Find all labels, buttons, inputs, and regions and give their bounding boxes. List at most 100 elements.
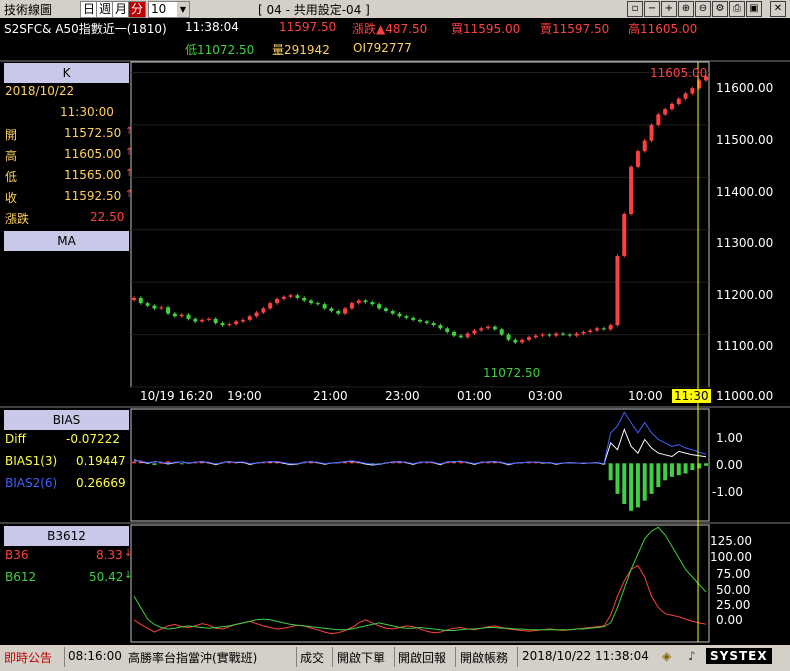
b612-line (133, 526, 707, 631)
bias-bar (615, 463, 620, 494)
candle-body (418, 319, 422, 322)
notice-label[interactable]: 即時公告 (4, 649, 52, 666)
candle-body (166, 307, 171, 314)
chart-canvas[interactable] (0, 0, 790, 671)
x-tick-label: 19:00 (227, 389, 262, 403)
y-tick-label: 11400.00 (716, 185, 774, 199)
bias1-line (133, 427, 707, 466)
y-tick-label: 11200.00 (716, 288, 774, 302)
status-bar: 即時公告 08:16:00 高勝率台指當沖(實戰班) 成交 開啟下單 開啟回報 … (0, 645, 790, 671)
candle-body (213, 318, 218, 324)
y-tick-label: 11600.00 (716, 81, 774, 95)
candle-body (397, 313, 402, 317)
candle-body (329, 308, 334, 311)
x-tick-label: 23:00 (385, 389, 420, 403)
candle-body (281, 296, 286, 299)
candle-body (465, 333, 470, 338)
brand-logo: SYSTEX (706, 648, 772, 664)
candle-body (499, 329, 504, 335)
candle-body (567, 334, 572, 336)
status-datetime: 2018/10/22 11:38:04 (522, 649, 649, 663)
candle-body (404, 316, 409, 318)
b3612-y-tick: 50.00 (716, 583, 751, 597)
bias-bar (683, 463, 688, 474)
candle-body (179, 314, 184, 317)
bias-bar (622, 463, 627, 505)
candle-body (377, 304, 382, 309)
candle-body (588, 330, 593, 332)
candle-body (186, 314, 191, 319)
candle-body (159, 307, 164, 309)
sound-icon[interactable]: ♪ (688, 649, 696, 663)
bias-bar (669, 463, 674, 477)
candle-body (152, 305, 157, 309)
candle-body (254, 312, 259, 317)
bias-bar (656, 463, 661, 488)
candle-body (669, 103, 674, 110)
k-candles (132, 74, 708, 345)
cursor-time-label: 11:30 (672, 389, 711, 403)
candle-body (356, 300, 361, 304)
candle-body (247, 316, 252, 320)
x-tick-label: 10/19 16:20 (140, 389, 213, 403)
candle-body (240, 319, 245, 322)
candle-body (533, 335, 538, 338)
open-report-button[interactable]: 開啟回報 (398, 649, 446, 666)
y-tick-label: 11100.00 (716, 339, 774, 353)
notice-headline[interactable]: 高勝率台指當沖(實戰班) (128, 649, 257, 666)
b3612-y-tick: 75.00 (716, 567, 751, 581)
candle-body (200, 319, 205, 322)
candle-body (343, 308, 348, 314)
open-account-button[interactable]: 開啟帳務 (460, 649, 508, 666)
candle-body (370, 302, 375, 305)
low-annotation: 11072.50 (483, 366, 541, 380)
candle-body (595, 328, 600, 331)
bias-y-tick: -1.00 (712, 485, 744, 499)
candle-body (601, 328, 606, 330)
x-tick-label: 03:00 (528, 389, 563, 403)
x-tick-label: 10:00 (628, 389, 663, 403)
candle-body (206, 318, 211, 320)
bias-bar (642, 463, 647, 501)
filled-button[interactable]: 成交 (300, 649, 324, 666)
divider (517, 647, 518, 667)
candle-body (554, 333, 559, 336)
bias-bar (676, 463, 681, 476)
bias-bar (663, 463, 668, 481)
b3612-y-tick: 125.00 (710, 534, 752, 548)
candle-body (472, 330, 477, 334)
candle-body (315, 303, 320, 305)
candle-body (561, 333, 565, 335)
candle-body (635, 151, 640, 167)
candle-body (234, 321, 239, 325)
candle-body (268, 303, 273, 309)
candle-body (275, 298, 279, 304)
candle-body (540, 334, 545, 336)
candle-body (424, 321, 429, 324)
candle-body (138, 297, 143, 304)
candle-body (622, 214, 627, 256)
candle-body (132, 297, 136, 300)
bias-bar (690, 463, 695, 471)
candle-body (486, 326, 491, 329)
high-annotation: 11605.00 (650, 66, 708, 80)
candle-body (574, 333, 579, 336)
candle-body (663, 109, 668, 115)
bias-bar (635, 463, 640, 508)
candle-body (581, 331, 586, 334)
bias-y-tick: 0.00 (716, 458, 743, 472)
candle-body (438, 325, 443, 329)
candle-body (288, 295, 293, 297)
bias-y-tick: 1.00 (716, 431, 743, 445)
candle-body (676, 98, 681, 104)
bias-bar (608, 463, 613, 481)
divider (394, 647, 395, 667)
notice-time: 08:16:00 (68, 649, 122, 663)
candle-body (629, 166, 634, 215)
candle-body (309, 300, 314, 304)
candle-body (642, 140, 647, 152)
candle-body (193, 318, 198, 322)
candle-body (452, 331, 457, 336)
divider (64, 647, 65, 667)
open-order-button[interactable]: 開啟下單 (337, 649, 385, 666)
